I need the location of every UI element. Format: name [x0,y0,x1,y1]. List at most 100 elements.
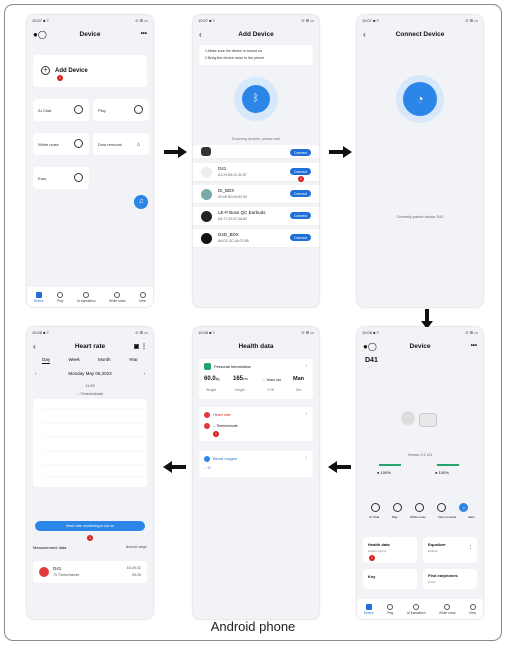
avatar[interactable]: ●◯ [33,30,47,39]
connect-button[interactable]: Connect [289,190,311,197]
earbuds-connect-icon: ◔ [403,82,437,116]
time-label: 11:59 [85,384,95,388]
more-icon[interactable]: ••• [471,343,477,349]
bottom-nav: Device Play AI translation White noise M… [357,599,483,619]
page-title: Device [79,30,101,38]
connect-button[interactable]: Connect [289,212,311,219]
chevron-right-icon: › [305,363,307,369]
earbuds-image [401,407,437,433]
play-icon[interactable] [393,503,402,512]
play-icon [134,105,143,114]
prev-icon[interactable]: ‹ [35,371,37,376]
nav-device[interactable]: Device [34,291,44,303]
warning-icon: △ [136,141,141,146]
step-marker: 1 [57,75,63,81]
tab-week[interactable]: Week [68,357,79,364]
find-earphones-tile[interactable]: Find earphones Order [423,569,477,589]
heart-rate-card[interactable]: Heart rate › -- Times/minute 1 [199,407,313,441]
ears-icon [74,173,83,182]
connect-button[interactable]: Connect [289,234,311,241]
connect-ring: ◔ [396,75,444,123]
avatar[interactable]: ●◯ [363,342,377,351]
add-device-label: Add Device [55,68,88,74]
back-icon[interactable]: ‹ [199,30,202,39]
range-tabs: Day Week Month Year [33,357,147,364]
nav-device[interactable]: Device [364,603,374,615]
nav-white-noise[interactable]: White noise [109,291,126,303]
key-tile[interactable]: Key [363,569,417,589]
feature-row: ♫ AI Chat Play White noise Dust removal Ears [369,503,475,519]
tile-play[interactable]: Play [93,99,149,121]
device-row[interactable]: LE-P Bose QC Earbuds A4:77:20:37:3A:82 Con… [193,207,319,226]
measurement-record[interactable]: D41 75 Times/minute 16-09-02 09:26 [33,561,147,583]
heart-rate-chart [33,399,147,487]
step-marker: 2 [298,176,304,182]
battery-bar-right [437,464,459,466]
firmware-version: Version 0.3.124 [407,453,433,457]
step-marker: 1 [87,535,93,541]
heart-small-icon [204,423,210,429]
tab-month[interactable]: Month [98,357,111,364]
device-row[interactable]: DI_BDX 00:0E:B0:00:62:09 Connect [193,185,319,204]
device-row[interactable]: D4D_BDX 8A:DC:3C:44:07:B5 Connect [193,229,319,248]
blood-oxygen-card[interactable]: Blood oxygen › -- % [199,451,313,477]
nav-mine[interactable]: Mine [139,291,146,303]
battery-right: 100% [438,470,449,475]
nav-ai-translation[interactable]: AI translation [407,603,425,615]
monitoring-button[interactable]: Heart rate monitoring is not on [35,521,145,531]
instructions-card: 1.Make sure the device is turned on 2.Br… [199,45,313,65]
equalizer-tile[interactable]: Equalizer Default ⫶ [423,537,477,563]
connect-button[interactable]: Connect [289,149,311,156]
screen-device-connected: 10:08 ■ ≡ ⊙ ⊞ ▭ ●◯ Device ••• D41 Version 0… [357,327,483,619]
add-device-card[interactable]: + Add Device 1 [33,55,147,87]
earbuds-icon [201,167,212,178]
nav-play[interactable]: Play [57,291,63,303]
bluetooth-icon: ᛒ [242,85,270,113]
device-row[interactable]: D41 A1:20:B5:11:32:87 Connect 2 [193,163,319,182]
back-icon[interactable]: ‹ [33,342,36,351]
personal-info-card[interactable]: Personal Information › 60.0kg 165cm -- Y… [199,359,313,399]
arrow-left-icon [328,461,351,473]
chevron-right-icon: › [305,455,307,461]
chevron-right-icon: › [305,411,307,417]
music-icon[interactable]: ♫ [459,503,468,512]
page-title: Device [409,342,431,350]
nav-ai-translation[interactable]: AI translation [77,291,95,303]
ai-chat-icon[interactable] [371,503,380,512]
menu-icon[interactable]: ▣ ⋮ [134,343,147,350]
scan-ring: ᛒ [234,77,278,121]
health-data-tile[interactable]: Health data Health testing 1 [363,537,417,563]
chart-grid [43,408,143,478]
earbuds-icon [201,233,212,244]
white-noise-icon[interactable] [415,503,424,512]
pairing-status: Currently paired device D41 [396,215,444,219]
tile-white-noise[interactable]: White noise [33,133,89,155]
normal-range-label[interactable]: Normal range [126,545,147,549]
battery-left: 100% [380,470,391,475]
arrow-left-icon [163,461,186,473]
tile-ai-chat[interactable]: AI Chat [33,99,89,121]
tile-ears[interactable]: Ears [33,167,89,189]
step-marker: 1 [213,431,219,437]
arrow-right-icon [164,146,187,158]
device-row-partial: Connect [193,145,319,159]
more-icon[interactable]: ••• [141,31,147,37]
heart-icon [39,567,49,577]
measurement-title: Measurement data [33,545,67,550]
connect-button[interactable]: Connect [289,168,311,175]
tab-year[interactable]: Year [129,357,138,364]
next-icon[interactable]: › [144,371,146,376]
tab-day[interactable]: Day [42,357,51,364]
back-icon[interactable]: ‹ [363,30,366,39]
earbuds-icon [201,189,212,200]
nav-play[interactable]: Play [387,603,393,615]
earbuds-icon [201,211,212,222]
oxygen-icon [204,456,210,462]
tile-dust-removal[interactable]: Dust removal △ [93,133,149,155]
nav-white-noise[interactable]: White noise [439,603,456,615]
ai-chat-icon [74,105,83,114]
dust-removal-icon[interactable] [437,503,446,512]
caption: Android phone [210,619,296,634]
nav-mine[interactable]: Mine [469,603,476,615]
music-fab[interactable]: ♫ [134,195,148,209]
